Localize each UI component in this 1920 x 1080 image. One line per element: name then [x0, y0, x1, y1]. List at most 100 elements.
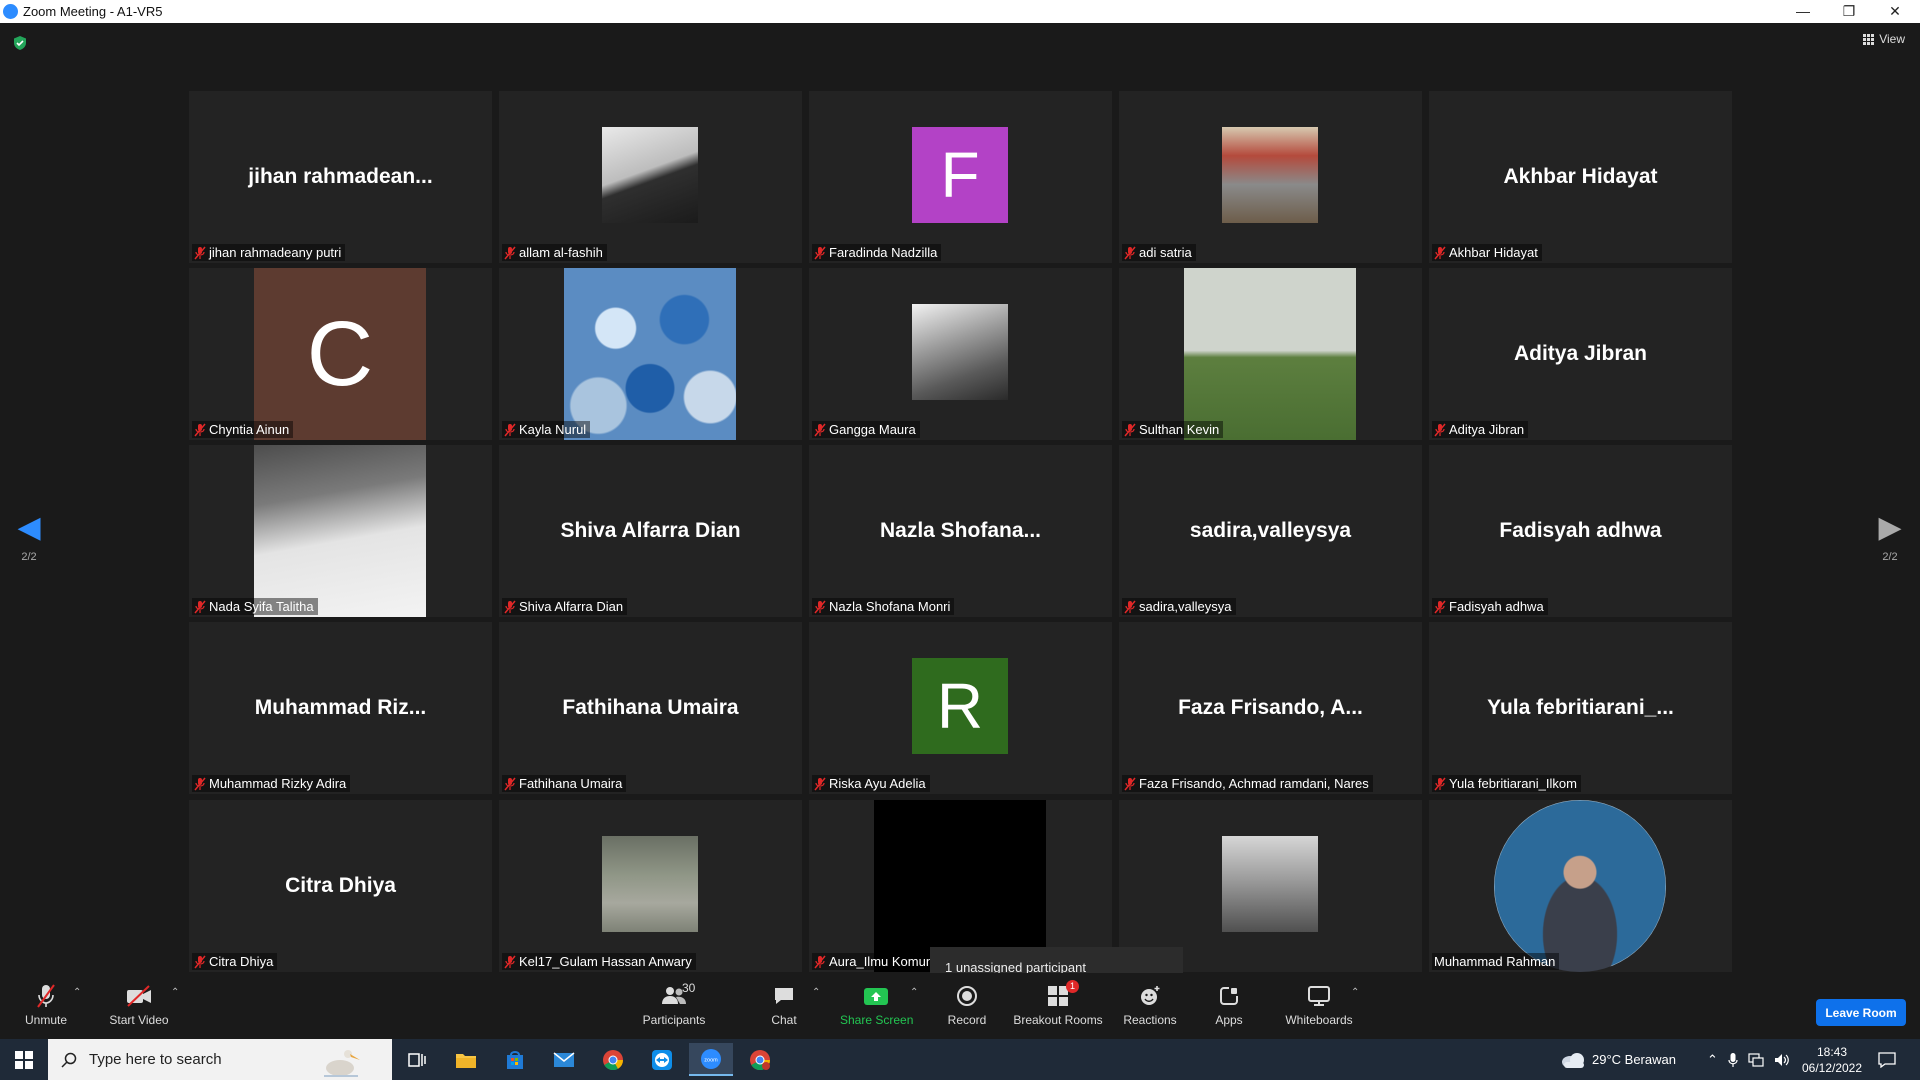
encryption-shield-icon[interactable]	[12, 35, 28, 51]
zoom-taskbar-button[interactable]: zoom	[689, 1043, 733, 1076]
whiteboard-options-caret[interactable]: ⌃	[1351, 987, 1359, 998]
restore-button[interactable]: ❐	[1826, 0, 1872, 23]
participant-tile[interactable]: Kel17_Gulam Hassan Anwary	[499, 800, 802, 972]
participant-tile[interactable]: Muhammad Riz... Muhammad Rizky Adira	[189, 622, 492, 794]
muted-mic-icon	[1434, 246, 1446, 259]
camera-off-icon	[127, 985, 151, 1007]
taskbar-search-box[interactable]: Type here to search	[48, 1039, 392, 1080]
microphone-tray-icon[interactable]	[1728, 1052, 1738, 1068]
muted-mic-icon	[194, 423, 206, 436]
share-screen-button[interactable]: Share Screen	[840, 983, 913, 1027]
participant-tile[interactable]: Fathihana Umaira Fathihana Umaira	[499, 622, 802, 794]
breakout-rooms-label: Breakout Rooms	[1013, 1013, 1103, 1027]
share-options-caret[interactable]: ⌃	[910, 987, 918, 998]
cloudy-weather-icon	[1562, 1052, 1584, 1068]
muted-mic-icon	[504, 777, 516, 790]
participant-tile[interactable]: Gangga Maura	[809, 268, 1112, 440]
muted-mic-icon	[194, 777, 206, 790]
participant-tile[interactable]: Fadisyah adhwa Fadisyah adhwa	[1429, 445, 1732, 617]
participant-tile[interactable]: jihan rahmadean... jihan rahmadeany putri	[189, 91, 492, 263]
participant-profile-photo	[912, 304, 1008, 400]
chrome-profile-button[interactable]	[738, 1043, 782, 1076]
search-icon	[61, 1052, 77, 1068]
participant-name: Gangga Maura	[829, 422, 916, 437]
participant-tile[interactable]: Muhammad Rahman	[1429, 800, 1732, 972]
participant-tile[interactable]: allam al-fashih	[499, 91, 802, 263]
participant-tile[interactable]: Yula febritiarani_... Yula febritiarani_I…	[1429, 622, 1732, 794]
participant-tile[interactable]: R Riska Ayu Adelia	[809, 622, 1112, 794]
reactions-button[interactable]: Reactions	[1122, 983, 1178, 1027]
close-button[interactable]: ✕	[1872, 0, 1918, 23]
network-icon[interactable]	[1748, 1052, 1764, 1067]
participant-display-name: Citra Dhiya	[285, 874, 396, 897]
audio-options-caret[interactable]: ⌃	[73, 987, 81, 998]
file-explorer-button[interactable]	[444, 1043, 488, 1076]
participant-name: Nada Syifa Talitha	[209, 599, 314, 614]
whiteboards-button[interactable]: Whiteboards	[1283, 983, 1355, 1027]
show-hidden-icons-chevron-icon[interactable]: ⌃	[1707, 1052, 1718, 1068]
participant-tile[interactable]: Shiva Alfarra Dian Shiva Alfarra Dian	[499, 445, 802, 617]
arrow-right-icon: ▶	[1878, 511, 1902, 544]
participant-tile[interactable]: Sulthan Kevin	[1119, 268, 1422, 440]
weather-widget[interactable]: 29°C Berawan	[1560, 1039, 1676, 1080]
breakout-rooms-button[interactable]: 1 Breakout Rooms	[1013, 980, 1103, 1027]
svg-text:zoom: zoom	[704, 1057, 718, 1063]
participant-name-tag: Aura_Ilmu Komun	[812, 953, 938, 970]
participant-tile[interactable]: Akhbar Hidayat Akhbar Hidayat	[1429, 91, 1732, 263]
folder-icon	[456, 1053, 476, 1068]
volume-icon[interactable]	[1774, 1053, 1790, 1067]
participant-tile[interactable]: Citra Dhiya Citra Dhiya	[189, 800, 492, 972]
apps-button[interactable]: Apps	[1213, 983, 1245, 1027]
participant-tile[interactable]: Faza Frisando, A... Faza Frisando, Achmad…	[1119, 622, 1422, 794]
next-page-button[interactable]: ▶ 2/2	[1875, 511, 1905, 564]
video-options-caret[interactable]: ⌃	[171, 987, 179, 998]
participant-tile[interactable]: Aditya Jibran Aditya Jibran	[1429, 268, 1732, 440]
mail-app-button[interactable]	[542, 1043, 586, 1076]
participant-profile-photo	[564, 268, 736, 440]
muted-mic-icon	[194, 600, 206, 613]
participant-name: Akhbar Hidayat	[1449, 245, 1538, 260]
participant-name-tag: Akhbar Hidayat	[1432, 244, 1542, 261]
participant-tile[interactable]: adi satria	[1119, 91, 1422, 263]
participants-button[interactable]: 30 Participants	[640, 981, 708, 1027]
view-button[interactable]: View	[1863, 32, 1905, 46]
start-video-button[interactable]: Start Video	[105, 983, 173, 1027]
participant-tile[interactable]: Nazla Shofana... Nazla Shofana Monri	[809, 445, 1112, 617]
task-view-button[interactable]	[395, 1043, 439, 1076]
chrome-button[interactable]	[591, 1043, 635, 1076]
participant-tile[interactable]: C Chyntia Ainun	[189, 268, 492, 440]
participant-tile[interactable]: F Faradinda Nadzilla	[809, 91, 1112, 263]
record-button[interactable]: Record	[944, 983, 990, 1027]
participant-name-tag: Muhammad Rahman	[1432, 953, 1560, 970]
zoom-app-icon: zoom	[701, 1048, 721, 1069]
notifications-button[interactable]	[1878, 1039, 1896, 1080]
participant-tile[interactable]: Kayla Nurul	[499, 268, 802, 440]
page-indicator-left: 2/2	[21, 551, 37, 563]
weather-text: 29°C Berawan	[1592, 1052, 1676, 1067]
participant-name: Fadisyah adhwa	[1449, 599, 1544, 614]
teamviewer-button[interactable]	[640, 1043, 684, 1076]
participant-name-tag: Aditya Jibran	[1432, 421, 1529, 438]
leave-room-button[interactable]: Leave Room	[1816, 999, 1906, 1026]
participant-profile-photo	[1222, 127, 1318, 223]
chat-options-caret[interactable]: ⌃	[812, 987, 820, 998]
unmute-button[interactable]: Unmute	[20, 983, 72, 1027]
participant-tile[interactable]: Nada Syifa Talitha	[189, 445, 492, 617]
windows-logo-icon	[15, 1050, 33, 1069]
microsoft-store-button[interactable]	[493, 1043, 537, 1076]
minimize-button[interactable]: —	[1780, 0, 1826, 23]
participant-display-name: Akhbar Hidayat	[1503, 165, 1658, 188]
clock[interactable]: 18:43 06/12/2022	[1800, 1039, 1864, 1080]
participant-name: Kayla Nurul	[519, 422, 587, 437]
previous-page-button[interactable]: ◀ 2/2	[14, 513, 44, 564]
muted-mic-icon	[1124, 423, 1136, 436]
breakout-rooms-badge: 1	[1066, 980, 1080, 993]
participant-initial-avatar: R	[912, 658, 1008, 754]
grid-view-icon	[1863, 33, 1875, 45]
chat-button[interactable]: Chat	[765, 983, 803, 1027]
unmute-label: Unmute	[24, 1013, 68, 1027]
participant-display-name: jihan rahmadean...	[248, 165, 433, 188]
muted-mic-icon	[1124, 246, 1136, 259]
windows-start-button[interactable]	[0, 1039, 48, 1080]
participant-tile[interactable]: sadira,valleysya sadira,valleysya	[1119, 445, 1422, 617]
